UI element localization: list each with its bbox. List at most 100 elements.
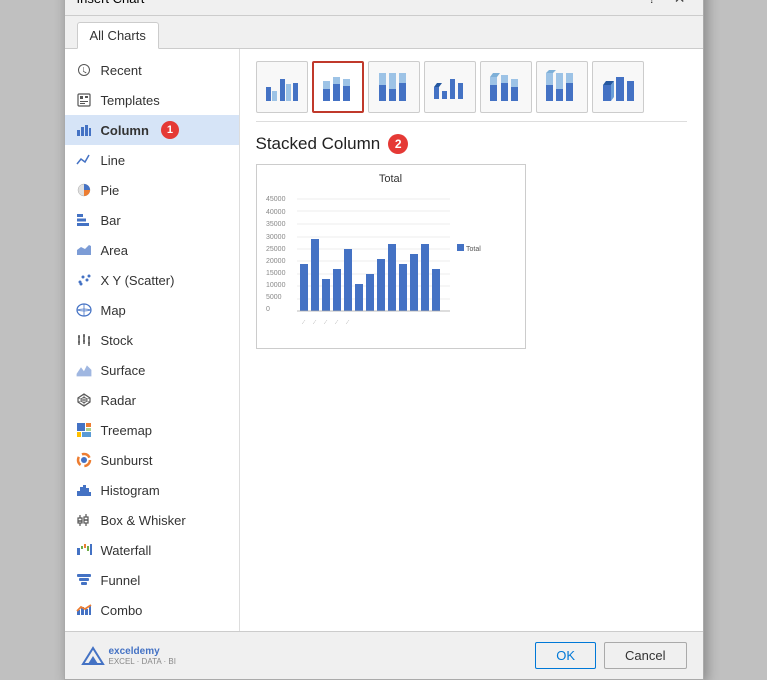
chart-thumb-clustered[interactable]: [256, 61, 308, 113]
svg-text:...: ...: [321, 317, 329, 325]
sidebar-item-waterfall[interactable]: Waterfall: [65, 535, 239, 565]
svg-text:35000: 35000: [266, 221, 286, 228]
svg-text:...: ...: [332, 317, 340, 325]
close-button[interactable]: ✕: [669, 0, 691, 7]
logo-icon: [81, 646, 105, 666]
sidebar-label-templates: Templates: [101, 93, 160, 108]
sidebar-label-surface: Surface: [101, 363, 146, 378]
sidebar-label-map: Map: [101, 303, 126, 318]
svg-text:0: 0: [266, 306, 270, 313]
badge-2: 2: [388, 134, 408, 154]
sidebar-label-stock: Stock: [101, 333, 134, 348]
sidebar-label-scatter: X Y (Scatter): [101, 273, 175, 288]
line-icon: [75, 151, 93, 169]
bar-icon: [75, 211, 93, 229]
svg-text:Total: Total: [466, 246, 481, 253]
surface-icon: [75, 361, 93, 379]
column-icon: [75, 121, 93, 139]
sidebar-label-histogram: Histogram: [101, 483, 160, 498]
sidebar-label-pie: Pie: [101, 183, 120, 198]
chart-svg-area: 45000 40000 35000 30000 25000 20000 1500…: [265, 189, 517, 334]
stock-icon: [75, 331, 93, 349]
chart-thumb-100-3d-stacked[interactable]: [536, 61, 588, 113]
help-button[interactable]: ?: [643, 0, 661, 7]
svg-text:...: ...: [343, 317, 351, 325]
chart-thumb-stacked[interactable]: [312, 61, 364, 113]
chart-thumb-3d-clustered[interactable]: [424, 61, 476, 113]
svg-text:20000: 20000: [266, 258, 286, 265]
sidebar-label-bar: Bar: [101, 213, 121, 228]
cancel-button[interactable]: Cancel: [604, 642, 686, 669]
sidebar: Recent Templates Colu: [65, 49, 240, 631]
sidebar-item-boxwhisker[interactable]: Box & Whisker: [65, 505, 239, 535]
logo-tagline: EXCEL · DATA · BI: [109, 657, 176, 666]
sidebar-item-map[interactable]: Map: [65, 295, 239, 325]
main-area: Stacked Column 2 Total 45000 40000 35000…: [240, 49, 703, 631]
sidebar-item-scatter[interactable]: X Y (Scatter): [65, 265, 239, 295]
svg-text:25000: 25000: [266, 246, 286, 253]
badge-1: 1: [161, 121, 179, 139]
area-icon: [75, 241, 93, 259]
map-icon: [75, 301, 93, 319]
sidebar-label-line: Line: [101, 153, 126, 168]
tabs-bar: All Charts: [65, 16, 703, 49]
sidebar-item-sunburst[interactable]: Sunburst: [65, 445, 239, 475]
svg-text:30000: 30000: [266, 234, 286, 241]
templates-icon: [75, 91, 93, 109]
sidebar-label-treemap: Treemap: [101, 423, 153, 438]
ok-button[interactable]: OK: [535, 642, 596, 669]
boxwhisker-icon: [75, 511, 93, 529]
svg-text:5000: 5000: [266, 294, 282, 301]
sidebar-item-recent[interactable]: Recent: [65, 55, 239, 85]
sidebar-label-combo: Combo: [101, 603, 143, 618]
funnel-icon: [75, 571, 93, 589]
dialog-title: Insert Chart: [77, 0, 145, 6]
sidebar-item-treemap[interactable]: Treemap: [65, 415, 239, 445]
sunburst-icon: [75, 451, 93, 469]
footer-buttons: OK Cancel: [535, 642, 686, 669]
recent-icon: [75, 61, 93, 79]
chart-thumb-3d-stacked[interactable]: [480, 61, 532, 113]
svg-text:40000: 40000: [266, 209, 286, 216]
chart-type-row: [256, 61, 687, 122]
svg-text:...: ...: [299, 317, 307, 325]
sidebar-item-templates[interactable]: Templates: [65, 85, 239, 115]
svg-text:10000: 10000: [266, 282, 286, 289]
scatter-icon: [75, 271, 93, 289]
sidebar-label-waterfall: Waterfall: [101, 543, 152, 558]
sidebar-item-radar[interactable]: Radar: [65, 385, 239, 415]
svg-text:15000: 15000: [266, 270, 286, 277]
footer-logo: exceldemy EXCEL · DATA · BI: [81, 646, 176, 666]
treemap-icon: [75, 421, 93, 439]
sidebar-label-boxwhisker: Box & Whisker: [101, 513, 186, 528]
chart-thumb-3d-column[interactable]: [592, 61, 644, 113]
sidebar-item-combo[interactable]: Combo: [65, 595, 239, 625]
sidebar-label-radar: Radar: [101, 393, 136, 408]
sidebar-label-sunburst: Sunburst: [101, 453, 153, 468]
title-bar: Insert Chart ? ✕: [65, 0, 703, 16]
sidebar-item-histogram[interactable]: Histogram: [65, 475, 239, 505]
insert-chart-dialog: Insert Chart ? ✕ All Charts Recent: [64, 0, 704, 680]
sidebar-item-bar[interactable]: Bar: [65, 205, 239, 235]
chart-preview: Total 45000 40000 35000 30000 25000 2000…: [256, 164, 526, 349]
tab-all-charts[interactable]: All Charts: [77, 22, 159, 49]
sidebar-item-line[interactable]: Line: [65, 145, 239, 175]
pie-icon: [75, 181, 93, 199]
chart-title-row: Stacked Column 2: [256, 134, 687, 154]
sidebar-label-funnel: Funnel: [101, 573, 141, 588]
logo-name: exceldemy: [109, 646, 176, 657]
waterfall-icon: [75, 541, 93, 559]
sidebar-item-surface[interactable]: Surface: [65, 355, 239, 385]
chart-thumb-100stacked[interactable]: [368, 61, 420, 113]
sidebar-label-column: Column: [101, 123, 149, 138]
svg-text:45000: 45000: [266, 196, 286, 203]
sidebar-item-stock[interactable]: Stock: [65, 325, 239, 355]
title-bar-controls: ? ✕: [643, 0, 691, 7]
sidebar-item-area[interactable]: Area: [65, 235, 239, 265]
selected-chart-name: Stacked Column: [256, 134, 381, 154]
sidebar-label-area: Area: [101, 243, 128, 258]
sidebar-item-funnel[interactable]: Funnel: [65, 565, 239, 595]
sidebar-label-recent: Recent: [101, 63, 142, 78]
sidebar-item-pie[interactable]: Pie: [65, 175, 239, 205]
sidebar-item-column[interactable]: Column 1: [65, 115, 239, 145]
